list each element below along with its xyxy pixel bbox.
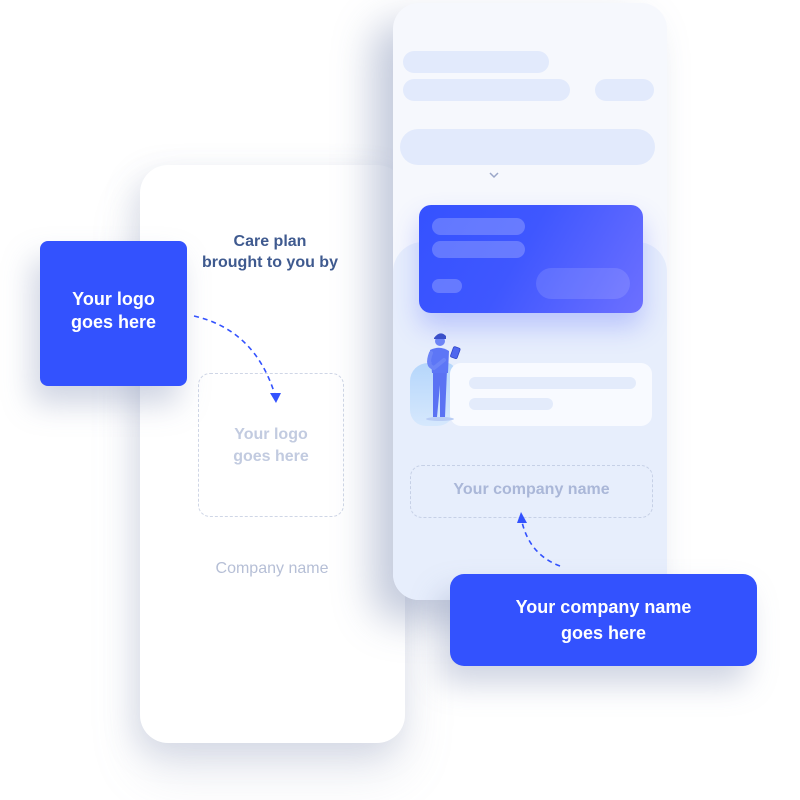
- skeleton-subtitle-bar: [403, 79, 570, 101]
- skeleton-action-pill[interactable]: [595, 79, 654, 101]
- logo-callout-line-1: Your logo: [72, 289, 155, 309]
- company-callout-text: Your company name goes here: [450, 594, 757, 646]
- company-callout-line-1: Your company name: [515, 597, 692, 617]
- card-skeleton-button[interactable]: [536, 268, 630, 299]
- company-name-label: Company name: [215, 560, 329, 577]
- info-skeleton-line-2: [469, 398, 553, 410]
- card-skeleton-line-1: [432, 218, 525, 235]
- skeleton-search-bar[interactable]: [400, 129, 655, 165]
- illustration-backdrop: [410, 363, 455, 426]
- logo-callout-line-2: goes here: [70, 312, 157, 332]
- card-skeleton-line-2: [432, 241, 525, 258]
- logo-placeholder-line-2: goes here: [233, 448, 309, 465]
- logo-placeholder-text: Your logo goes here: [198, 424, 344, 468]
- chevron-down-icon[interactable]: [487, 170, 501, 180]
- care-plan-heading: Care plan brought to you by: [170, 231, 370, 273]
- heading-line-2: brought to you by: [202, 254, 338, 271]
- logo-placeholder-line-1: Your logo: [234, 426, 308, 443]
- skeleton-title-bar: [403, 51, 549, 73]
- info-skeleton-line-1: [469, 377, 636, 389]
- company-callout-line-2: goes here: [560, 623, 647, 643]
- heading-line-1: Care plan: [233, 233, 307, 250]
- company-name-placeholder-text: Your company name: [453, 481, 610, 498]
- logo-callout-text: Your logo goes here: [40, 288, 187, 334]
- card-skeleton-line-3: [432, 279, 462, 293]
- info-card[interactable]: [450, 363, 652, 426]
